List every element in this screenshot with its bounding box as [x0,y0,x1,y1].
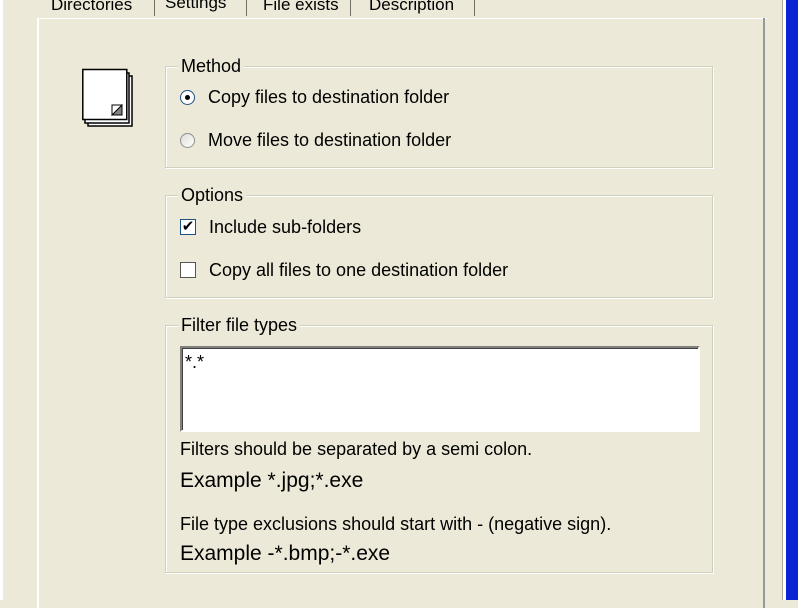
document-icon [82,68,133,127]
tab-settings[interactable]: Settings [157,0,247,16]
window-left-border [0,0,3,600]
copy-files-label: Copy files to destination folder [208,86,450,107]
tab-label: Settings [165,0,227,12]
window-frame-right [786,0,798,600]
radio-selected-indicator[interactable] [180,89,195,105]
include-subfolders-checkbox[interactable]: ✔ Include sub-folders [180,215,361,239]
tab-file-exists[interactable]: File exists [255,0,351,16]
radio-unselected-indicator[interactable] [180,132,195,148]
move-files-label: Move files to destination folder [208,129,452,150]
filter-separator-note: Filters should be separated by a semi co… [180,439,533,459]
filter-group-title: Filter file types [178,314,301,336]
tab-directories[interactable]: Directories [43,0,155,16]
copy-files-radio[interactable]: Copy files to destination folder [180,85,449,109]
exclusion-example: Example -*.bmp;-*.exe [180,542,391,565]
filter-example: Example *.jpg;*.exe [180,469,364,492]
checkmark-icon[interactable]: ✔ [180,219,196,235]
copy-one-folder-label: Copy all files to one destination folder [209,259,509,280]
options-group-title: Options [178,184,247,206]
options-group: Options ✔ Include sub-folders Copy all f… [165,184,713,298]
tab-label: Description [369,0,455,14]
method-group: Method Copy files to destination folder … [165,55,713,168]
tab-label: Directories [51,0,133,14]
exclusion-note: File type exclusions should start with -… [180,514,612,534]
include-subfolders-label: Include sub-folders [209,216,362,237]
filter-input[interactable]: *.* [180,346,700,432]
tab-description[interactable]: Description [361,0,475,16]
tab-label: File exists [263,0,339,14]
copy-one-folder-checkbox[interactable]: Copy all files to one destination folder [180,258,508,282]
move-files-radio[interactable]: Move files to destination folder [180,128,451,152]
method-group-title: Method [178,55,245,77]
filter-group: Filter file types *.* Filters should be … [165,314,713,573]
checkbox-empty[interactable] [180,262,196,278]
